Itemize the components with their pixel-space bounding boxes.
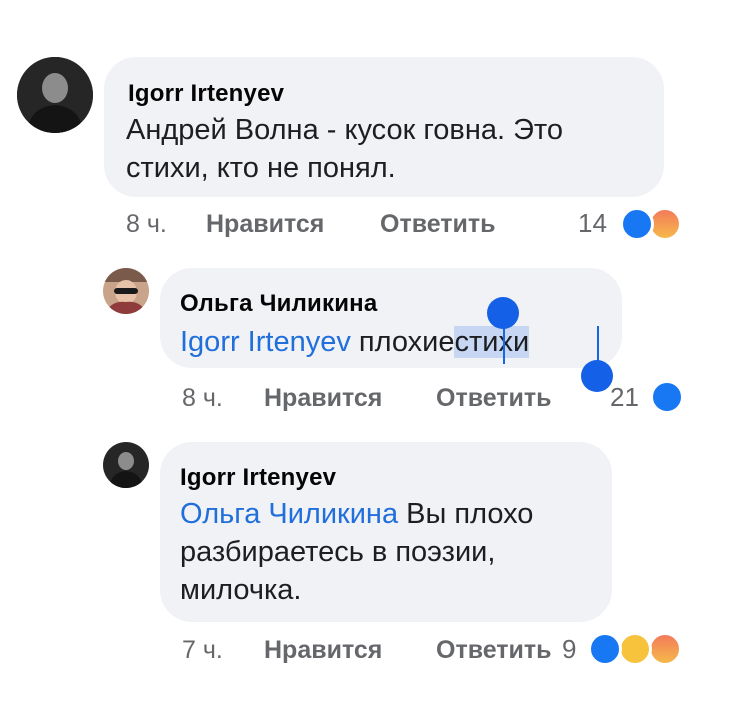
reply-button[interactable]: Ответить bbox=[436, 384, 552, 413]
comment-bubble: Ольга Чиликина Igorr Irtenyev плохиестих… bbox=[160, 268, 622, 368]
like-button[interactable]: Нравится bbox=[264, 384, 382, 413]
like-reaction-icon bbox=[588, 632, 622, 666]
reaction-count[interactable]: 14 bbox=[578, 208, 607, 239]
comment-text: Андрей Волна - кусок говна. Это bbox=[126, 114, 564, 146]
like-button[interactable]: Нравится bbox=[206, 210, 324, 239]
selected-text[interactable]: стихи bbox=[454, 326, 530, 358]
comment-text: стихи, кто не понял. bbox=[126, 152, 396, 184]
comment-author[interactable]: Igorr Irtenyev bbox=[180, 464, 336, 492]
comment-bubble: Igorr Irtenyev Ольга Чиликина Вы плохо р… bbox=[160, 442, 612, 622]
comment-author[interactable]: Igorr Irtenyev bbox=[128, 80, 284, 108]
selection-start-handle[interactable] bbox=[487, 297, 519, 329]
avatar[interactable] bbox=[103, 442, 149, 488]
selection-end-handle[interactable] bbox=[581, 360, 613, 392]
reaction-count[interactable]: 9 bbox=[562, 634, 576, 665]
like-reaction-icon bbox=[620, 207, 654, 241]
avatar[interactable] bbox=[103, 268, 149, 314]
avatar-image bbox=[103, 442, 149, 488]
reply-button[interactable]: Ответить bbox=[380, 210, 496, 239]
like-button[interactable]: Нравится bbox=[264, 636, 382, 665]
haha-reaction-icon bbox=[618, 632, 652, 666]
selection-caret-end bbox=[597, 326, 599, 364]
comment-bubble: Igorr Irtenyev Андрей Волна - кусок говн… bbox=[104, 57, 664, 197]
avatar-image bbox=[103, 268, 149, 314]
comment-text: милочка. bbox=[180, 574, 302, 606]
reply-button[interactable]: Ответить bbox=[436, 636, 552, 665]
like-reaction-icon bbox=[650, 380, 684, 414]
mention-link[interactable]: Igorr Irtenyev bbox=[180, 326, 351, 358]
comment-text-part: Вы плохо bbox=[398, 498, 534, 530]
comment-author[interactable]: Ольга Чиликина bbox=[180, 290, 377, 318]
reaction-count[interactable]: 21 bbox=[610, 382, 639, 413]
comment-timestamp[interactable]: 7 ч. bbox=[182, 636, 223, 665]
avatar[interactable] bbox=[17, 57, 93, 133]
mention-link[interactable]: Ольга Чиликина bbox=[180, 498, 398, 530]
comment-text: разбираетесь в поэзии, bbox=[180, 536, 496, 568]
angry-reaction-icon bbox=[648, 632, 682, 666]
selection-caret-start bbox=[503, 326, 505, 364]
comment-text: Igorr Irtenyev плохиестихи bbox=[180, 326, 530, 359]
comment-text-part: плохие bbox=[350, 326, 455, 358]
comment-text: Ольга Чиликина Вы плохо bbox=[180, 498, 533, 531]
comment-timestamp[interactable]: 8 ч. bbox=[182, 384, 223, 413]
avatar-image bbox=[17, 57, 93, 133]
comment-timestamp[interactable]: 8 ч. bbox=[126, 210, 167, 239]
